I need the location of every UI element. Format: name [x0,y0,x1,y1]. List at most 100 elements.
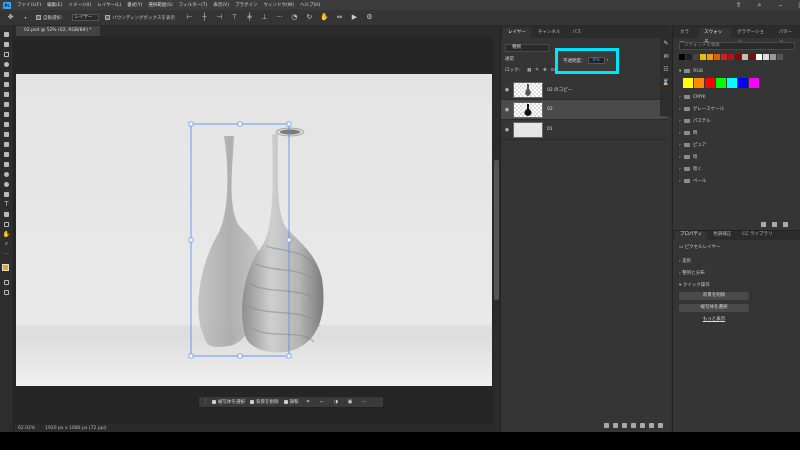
menu-type[interactable]: 書式(Y) [127,2,142,8]
transform-section[interactable]: › 変形 [679,258,691,264]
shape-tool-icon[interactable] [2,220,11,228]
menu-view[interactable]: 表示(V) [213,2,229,8]
more-tools-icon[interactable]: ··· [2,250,11,258]
share-icon[interactable]: ⇪ [734,1,743,10]
type-tool-icon[interactable]: T [2,200,11,208]
align-middle-icon[interactable]: ╪ [245,13,254,22]
rgb-swatch-chip[interactable] [683,78,693,88]
crop-icon[interactable]: ⌐ [318,398,327,407]
settings-icon[interactable]: ⚙ [365,13,374,22]
brush-tool-icon[interactable] [2,120,11,128]
3d-mode-icon[interactable]: ◔ [290,13,299,22]
marquee-tool-icon[interactable] [2,50,11,58]
swatch-group-pale[interactable]: › ペール [679,176,795,186]
bbox-checkbox[interactable] [105,15,111,20]
align-center-icon[interactable]: ┼ [200,13,209,22]
zoom-tool-icon[interactable]: ⌕ [2,240,11,248]
select-subject-button[interactable]: 被写体を選択 [212,399,245,405]
harmonize-button[interactable]: 調和 [283,399,299,405]
foreground-color-swatch[interactable] [2,264,11,276]
trash-icon[interactable] [658,422,663,428]
tab-properties[interactable]: プロパティ [675,230,708,240]
history-brush-tool-icon[interactable] [2,140,11,148]
swatch-group-pastel[interactable]: › パステル [679,116,795,126]
auto-select-target-dropdown[interactable]: レイヤー [71,14,100,21]
swatch-group-pure[interactable]: › ピュア [679,140,795,150]
link-layers-icon[interactable] [604,422,609,428]
menu-help[interactable]: ヘルプ(H) [300,2,320,8]
comments-icon[interactable]: ✉ [663,53,668,60]
tab-gradients[interactable]: グラデーション [732,28,773,45]
recent-swatch-chip[interactable] [707,54,713,60]
show-more-link[interactable]: もっと表示 [679,316,749,322]
history-icon[interactable]: ⌛ [662,79,669,86]
path-select-tool-icon[interactable] [2,210,11,218]
menu-image[interactable]: イメージ(I) [68,2,91,8]
align-bottom-icon[interactable]: ⊥ [260,13,269,22]
align-right-icon[interactable]: ⊣ [215,13,224,22]
trash-icon[interactable] [783,222,788,227]
dodge-tool-icon[interactable] [2,180,11,188]
rgb-swatch-chip[interactable] [738,78,748,88]
document-tab[interactable]: 02.psd @ 52% (02, RGB/8#) * [16,26,100,36]
rgb-swatch-chip[interactable] [694,78,704,88]
add-mask-icon[interactable] [622,422,627,428]
recent-swatch-chip[interactable] [742,54,748,60]
layer-row-01[interactable]: ◉ 01 [501,120,667,140]
eyedropper-tool-icon[interactable] [2,100,11,108]
rgb-swatch-chip[interactable] [749,78,759,88]
lock-move-icon[interactable]: ✥ [543,67,547,75]
quick-actions-section[interactable]: ▾ クイック操作 [679,282,710,288]
opacity-input[interactable]: 0% [587,57,605,64]
properties-icon[interactable]: ☷ [663,66,668,73]
pan-icon[interactable]: ✋ [320,13,329,22]
video-icon[interactable]: ▶ [350,13,359,22]
layer-kind-filter[interactable]: 種類 [505,44,549,52]
brush-presets-icon[interactable]: ✎ [663,40,668,47]
recent-swatch-chip[interactable] [770,54,776,60]
tab-cc-libraries[interactable]: CC ライブラリ [737,230,777,240]
swatch-group-grayscale[interactable]: › グレースケール [679,104,795,114]
rgb-swatch-chip[interactable] [727,78,737,88]
more-options-icon[interactable]: ··· [275,13,284,22]
visibility-eye-icon[interactable]: ◉ [501,107,513,113]
tab-swatches[interactable]: スウォッチ [699,28,732,45]
artboard-tool-icon[interactable] [2,40,11,48]
new-group-icon[interactable] [640,422,645,428]
menu-edit[interactable]: 編集(E) [47,2,62,8]
adjustment-layer-icon[interactable] [631,422,636,428]
zoom-level[interactable]: 62.02% [18,426,35,431]
document-canvas[interactable] [16,74,492,386]
auto-select-option[interactable]: 自動選択： [36,15,66,21]
align-top-icon[interactable]: ⊤ [230,13,239,22]
slide-icon[interactable]: ⇔ [335,13,344,22]
recent-swatch-chip[interactable] [686,54,692,60]
recent-swatch-chip[interactable] [700,54,706,60]
tab-channels[interactable]: チャンネル [533,28,565,38]
visibility-eye-icon[interactable]: ◉ [501,127,513,133]
more-icon[interactable]: ··· [360,398,369,407]
tab-adjustments[interactable]: 色調補正 [708,230,736,240]
recent-swatch-chip[interactable] [693,54,699,60]
blend-mode-dropdown[interactable]: 通常 [505,56,545,64]
align-left-icon[interactable]: ⊢ [185,13,194,22]
new-group-icon[interactable] [761,222,766,227]
layer-row-02-copy[interactable]: ◉ 02 のコピー [501,80,667,100]
minimize-icon[interactable]: – [776,1,785,10]
pen-tool-icon[interactable] [2,190,11,198]
recent-swatch-chip[interactable] [714,54,720,60]
remove-background-button[interactable]: 背景を削除 [679,292,749,300]
recent-swatch-chip[interactable] [735,54,741,60]
new-layer-icon[interactable] [649,422,654,428]
visibility-eye-icon[interactable]: ◉ [501,87,513,93]
menu-file[interactable]: ファイル(F) [17,2,41,8]
menu-plugins[interactable]: プラグイン [235,2,258,8]
recent-swatch-chip[interactable] [763,54,769,60]
select-subject-button[interactable]: 被写体を選択 [679,304,749,312]
chevron-down-icon[interactable]: ▾ [21,13,30,22]
recent-swatch-chip[interactable] [721,54,727,60]
align-section[interactable]: › 整列と分布 [679,270,705,276]
tab-patterns[interactable]: パターン [774,28,800,45]
recent-swatch-chip[interactable] [728,54,734,60]
lasso-tool-icon[interactable] [2,60,11,68]
